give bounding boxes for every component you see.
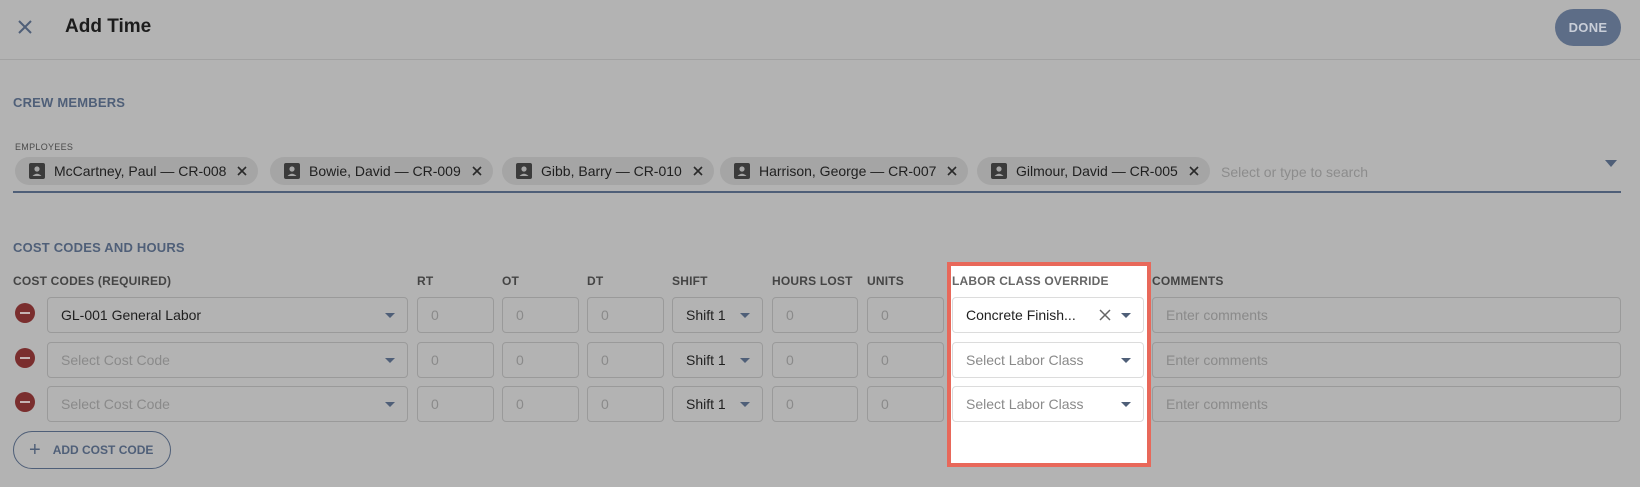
caret-down-icon: [740, 402, 750, 407]
remove-employee-icon[interactable]: [692, 165, 704, 177]
dt-input[interactable]: 0: [587, 386, 664, 422]
caret-down-icon: [740, 358, 750, 363]
employee-chip-label: Gibb, Barry — CR-010: [541, 163, 682, 179]
employee-chip: McCartney, Paul — CR-008: [15, 157, 259, 185]
units-input[interactable]: 0: [867, 297, 944, 333]
cost-code-select[interactable]: Select Cost Code: [47, 386, 408, 422]
header-bar: Add Time DONE: [0, 0, 1640, 60]
employees-field[interactable]: McCartney, Paul — CR-008 Bowie, David — …: [13, 152, 1621, 193]
rt-input[interactable]: 0: [417, 297, 494, 333]
employee-search-placeholder[interactable]: Select or type to search: [1221, 164, 1368, 180]
col-rt: RT: [417, 274, 434, 288]
col-units: UNITS: [867, 274, 904, 288]
chevron-down-icon[interactable]: [1605, 160, 1617, 168]
employee-chip-label: Gilmour, David — CR-005: [1016, 163, 1178, 179]
add-cost-code-button[interactable]: + ADD COST CODE: [13, 431, 171, 469]
remove-row-button[interactable]: [15, 348, 35, 368]
person-icon: [29, 163, 45, 179]
caret-down-icon: [385, 402, 395, 407]
shift-select[interactable]: Shift 1: [672, 297, 763, 333]
caret-down-icon: [385, 313, 395, 318]
cost-code-select[interactable]: Select Cost Code: [47, 342, 408, 378]
cost-code-select[interactable]: GL-001 General Labor: [47, 297, 408, 333]
caret-down-icon: [1121, 358, 1131, 363]
page-title: Add Time: [65, 16, 152, 37]
hours-lost-input[interactable]: 0: [772, 297, 858, 333]
col-labor-class: LABOR CLASS OVERRIDE: [952, 274, 1109, 288]
remove-row-button[interactable]: [15, 392, 35, 412]
employee-chip: Gilmour, David — CR-005: [977, 157, 1210, 185]
shift-select[interactable]: Shift 1: [672, 386, 763, 422]
person-icon: [734, 163, 750, 179]
labor-class-select[interactable]: Concrete Finish...: [952, 297, 1144, 333]
ot-input[interactable]: 0: [502, 297, 579, 333]
units-input[interactable]: 0: [867, 342, 944, 378]
clear-icon[interactable]: [1099, 309, 1111, 321]
plus-icon: +: [29, 439, 41, 461]
employee-chip: Harrison, George — CR-007: [720, 157, 969, 185]
units-input[interactable]: 0: [867, 386, 944, 422]
remove-employee-icon[interactable]: [1188, 165, 1200, 177]
caret-down-icon: [385, 358, 395, 363]
hours-lost-input[interactable]: 0: [772, 386, 858, 422]
remove-row-button[interactable]: [15, 303, 35, 323]
employee-chip: Bowie, David — CR-009: [270, 157, 493, 185]
employees-label: EMPLOYEES: [15, 142, 74, 152]
rt-input[interactable]: 0: [417, 386, 494, 422]
employee-chip-label: Bowie, David — CR-009: [309, 163, 461, 179]
caret-down-icon: [740, 313, 750, 318]
col-hours-lost: HOURS LOST: [772, 274, 853, 288]
crew-members-heading: CREW MEMBERS: [13, 95, 126, 110]
remove-employee-icon[interactable]: [236, 165, 248, 177]
comments-input[interactable]: Enter comments: [1152, 386, 1621, 422]
ot-input[interactable]: 0: [502, 386, 579, 422]
person-icon: [991, 163, 1007, 179]
col-comments: COMMENTS: [1152, 274, 1224, 288]
labor-class-select[interactable]: Select Labor Class: [952, 386, 1144, 422]
dt-input[interactable]: 0: [587, 342, 664, 378]
comments-input[interactable]: Enter comments: [1152, 297, 1621, 333]
hours-lost-input[interactable]: 0: [772, 342, 858, 378]
remove-employee-icon[interactable]: [946, 165, 958, 177]
col-dt: DT: [587, 274, 604, 288]
col-ot: OT: [502, 274, 520, 288]
add-cost-code-label: ADD COST CODE: [52, 443, 154, 457]
labor-class-select[interactable]: Select Labor Class: [952, 342, 1144, 378]
col-shift: SHIFT: [672, 274, 708, 288]
employee-chip-label: McCartney, Paul — CR-008: [54, 163, 227, 179]
cost-codes-heading: COST CODES AND HOURS: [13, 240, 185, 255]
shift-select[interactable]: Shift 1: [672, 342, 763, 378]
col-cost-codes: COST CODES (REQUIRED): [13, 274, 172, 288]
done-button[interactable]: DONE: [1555, 9, 1621, 46]
remove-employee-icon[interactable]: [471, 165, 483, 177]
comments-input[interactable]: Enter comments: [1152, 342, 1621, 378]
ot-input[interactable]: 0: [502, 342, 579, 378]
rt-input[interactable]: 0: [417, 342, 494, 378]
person-icon: [284, 163, 300, 179]
close-icon[interactable]: [12, 14, 38, 40]
caret-down-icon: [1121, 313, 1131, 318]
caret-down-icon: [1121, 402, 1131, 407]
employee-chip-label: Harrison, George — CR-007: [759, 163, 937, 179]
dt-input[interactable]: 0: [587, 297, 664, 333]
person-icon: [516, 163, 532, 179]
employee-chip: Gibb, Barry — CR-010: [502, 157, 714, 185]
